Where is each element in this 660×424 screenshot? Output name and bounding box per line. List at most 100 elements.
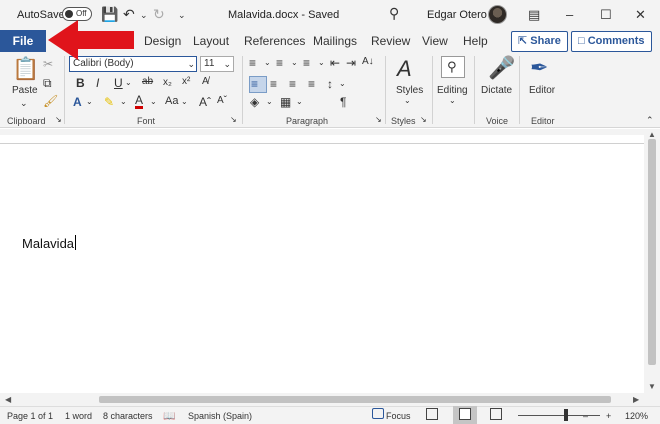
copy-icon[interactable]: ⧉: [43, 76, 52, 91]
text-effects-dropdown-icon[interactable]: ⌄: [86, 97, 93, 106]
sort-icon[interactable]: A↓: [362, 56, 374, 67]
editor-label[interactable]: Editor: [529, 85, 555, 96]
bold-icon[interactable]: B: [76, 76, 85, 90]
highlight-dropdown-icon[interactable]: ⌄: [120, 97, 127, 106]
read-mode-icon[interactable]: [426, 408, 438, 420]
redo-icon[interactable]: ↻: [153, 6, 165, 23]
superscript-icon[interactable]: x²: [182, 76, 190, 87]
change-case-dropdown-icon[interactable]: ⌄: [181, 97, 188, 106]
vertical-scroll-thumb[interactable]: [648, 139, 656, 365]
underline-dropdown-icon[interactable]: ⌄: [125, 78, 132, 87]
zoom-level[interactable]: 120%: [625, 411, 648, 421]
font-launcher-icon[interactable]: ↘: [230, 115, 237, 124]
share-button[interactable]: ⇱ Share: [511, 31, 568, 52]
editing-dropdown-icon[interactable]: ⌄: [449, 96, 456, 105]
focus-icon[interactable]: [372, 408, 384, 419]
styles-label[interactable]: Styles: [396, 85, 423, 96]
editing-button-frame[interactable]: ⚲: [441, 56, 465, 78]
grow-font-icon[interactable]: Aˆ: [199, 95, 211, 109]
styles-launcher-icon[interactable]: ↘: [420, 115, 427, 124]
search-icon[interactable]: ⚲: [389, 5, 399, 22]
print-layout-icon[interactable]: [459, 408, 471, 420]
font-color-icon[interactable]: A: [135, 94, 144, 109]
character-count[interactable]: 8 characters: [103, 411, 153, 421]
borders-dropdown-icon[interactable]: ⌄: [296, 97, 303, 106]
user-name[interactable]: Edgar Otero: [427, 9, 487, 21]
paragraph-launcher-icon[interactable]: ↘: [375, 115, 382, 124]
paste-label[interactable]: Paste: [12, 85, 38, 96]
decrease-indent-icon[interactable]: ⇤: [330, 56, 340, 70]
tab-references[interactable]: References: [244, 34, 305, 48]
justify-icon[interactable]: ≡: [308, 77, 315, 91]
clear-formatting-icon[interactable]: A̸: [202, 76, 209, 87]
scroll-up-icon[interactable]: ▲: [648, 130, 656, 139]
tab-review[interactable]: Review: [371, 34, 410, 48]
format-painter-icon[interactable]: 🖌: [43, 94, 58, 108]
restore-button[interactable]: ☐: [600, 7, 612, 23]
align-left-icon[interactable]: ≡: [251, 77, 258, 91]
multilevel-list-icon[interactable]: ≡: [303, 56, 310, 70]
page-count[interactable]: Page 1 of 1: [7, 411, 53, 421]
highlight-icon[interactable]: ✎: [104, 95, 114, 109]
multilevel-dropdown-icon[interactable]: ⌄: [318, 58, 325, 67]
text-effects-icon[interactable]: A: [73, 95, 82, 109]
scroll-left-icon[interactable]: ◀: [5, 395, 11, 404]
bullets-icon[interactable]: ≡: [249, 56, 256, 70]
italic-icon[interactable]: I: [96, 76, 99, 90]
tab-layout[interactable]: Layout: [193, 34, 229, 48]
shading-icon[interactable]: ◈: [250, 95, 259, 109]
word-count[interactable]: 1 word: [65, 411, 92, 421]
clipboard-launcher-icon[interactable]: ↘: [55, 115, 62, 124]
bullets-dropdown-icon[interactable]: ⌄: [264, 58, 271, 67]
avatar[interactable]: [488, 5, 507, 24]
comments-button[interactable]: □ Comments: [571, 31, 652, 52]
zoom-slider-track[interactable]: [518, 415, 600, 416]
tab-help[interactable]: Help: [463, 34, 488, 48]
editing-label[interactable]: Editing: [437, 85, 468, 96]
show-marks-icon[interactable]: ¶: [340, 95, 346, 109]
language[interactable]: Spanish (Spain): [188, 411, 252, 421]
proofing-icon[interactable]: 📖: [163, 411, 175, 422]
styles-dropdown-icon[interactable]: ⌄: [404, 96, 411, 105]
font-name-dropdown-icon[interactable]: ⌄: [187, 57, 195, 71]
subscript-icon[interactable]: x₂: [163, 77, 172, 88]
document-canvas[interactable]: [0, 135, 644, 393]
increase-indent-icon[interactable]: ⇥: [346, 56, 356, 70]
ribbon-display-icon[interactable]: ▤: [528, 7, 540, 23]
tab-design[interactable]: Design: [144, 34, 181, 48]
numbering-icon[interactable]: ≡: [276, 56, 283, 70]
styles-icon[interactable]: A: [397, 56, 412, 82]
shading-dropdown-icon[interactable]: ⌄: [266, 97, 273, 106]
web-layout-icon[interactable]: [490, 408, 502, 420]
paste-icon[interactable]: 📋: [12, 56, 39, 82]
close-button[interactable]: ✕: [635, 7, 646, 23]
customize-toolbar-icon[interactable]: ⌄: [178, 10, 186, 21]
collapse-ribbon-icon[interactable]: ⌃: [646, 115, 654, 126]
microphone-icon[interactable]: 🎤: [488, 55, 515, 81]
underline-icon[interactable]: U: [114, 76, 123, 90]
editor-pen-icon[interactable]: ✒: [530, 55, 548, 81]
font-size-dropdown-icon[interactable]: ⌄: [223, 57, 231, 71]
shrink-font-icon[interactable]: Aˇ: [217, 95, 227, 106]
zoom-out-button[interactable]: –: [583, 411, 588, 421]
focus-label[interactable]: Focus: [386, 411, 411, 421]
minimize-button[interactable]: –: [566, 7, 573, 22]
tab-file[interactable]: File: [0, 30, 46, 52]
dictate-label[interactable]: Dictate: [481, 85, 512, 96]
paste-dropdown-icon[interactable]: ⌄: [20, 98, 28, 109]
font-size-box[interactable]: 11 ⌄: [200, 56, 234, 72]
zoom-in-button[interactable]: +: [606, 411, 611, 421]
document-title[interactable]: Malavida.docx - Saved: [228, 9, 339, 21]
scroll-down-icon[interactable]: ▼: [648, 382, 656, 391]
undo-dropdown-icon[interactable]: ⌄: [140, 10, 148, 21]
line-spacing-icon[interactable]: ↕: [327, 77, 333, 91]
borders-icon[interactable]: ▦: [280, 95, 291, 109]
align-center-icon[interactable]: ≡: [270, 77, 277, 91]
font-color-dropdown-icon[interactable]: ⌄: [150, 97, 157, 106]
line-spacing-dropdown-icon[interactable]: ⌄: [339, 79, 346, 88]
strikethrough-icon[interactable]: ab: [142, 76, 153, 87]
numbering-dropdown-icon[interactable]: ⌄: [291, 58, 298, 67]
change-case-icon[interactable]: Aa: [165, 95, 178, 107]
tab-view[interactable]: View: [422, 34, 448, 48]
scroll-right-icon[interactable]: ▶: [633, 395, 639, 404]
